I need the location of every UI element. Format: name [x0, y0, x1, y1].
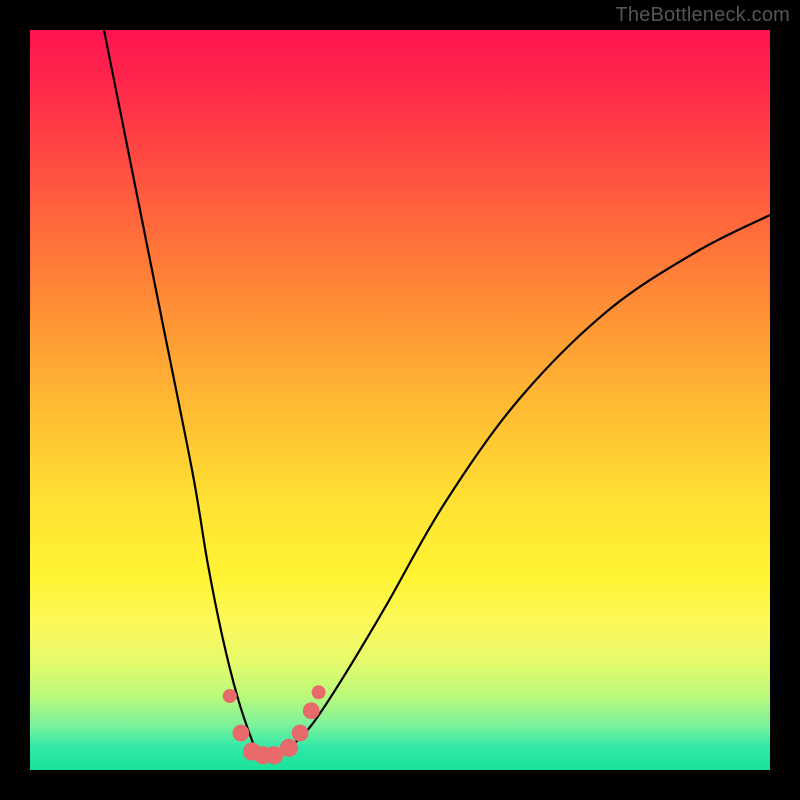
data-marker	[303, 702, 320, 719]
data-marker	[312, 685, 326, 699]
plot-area	[30, 30, 770, 770]
data-marker	[223, 689, 237, 703]
data-marker	[280, 739, 298, 757]
watermark-text: TheBottleneck.com	[615, 4, 790, 27]
bottleneck-curve	[104, 30, 770, 756]
curve-svg	[30, 30, 770, 770]
data-marker	[292, 725, 309, 742]
chart-frame: TheBottleneck.com	[0, 0, 800, 800]
data-marker	[233, 725, 250, 742]
